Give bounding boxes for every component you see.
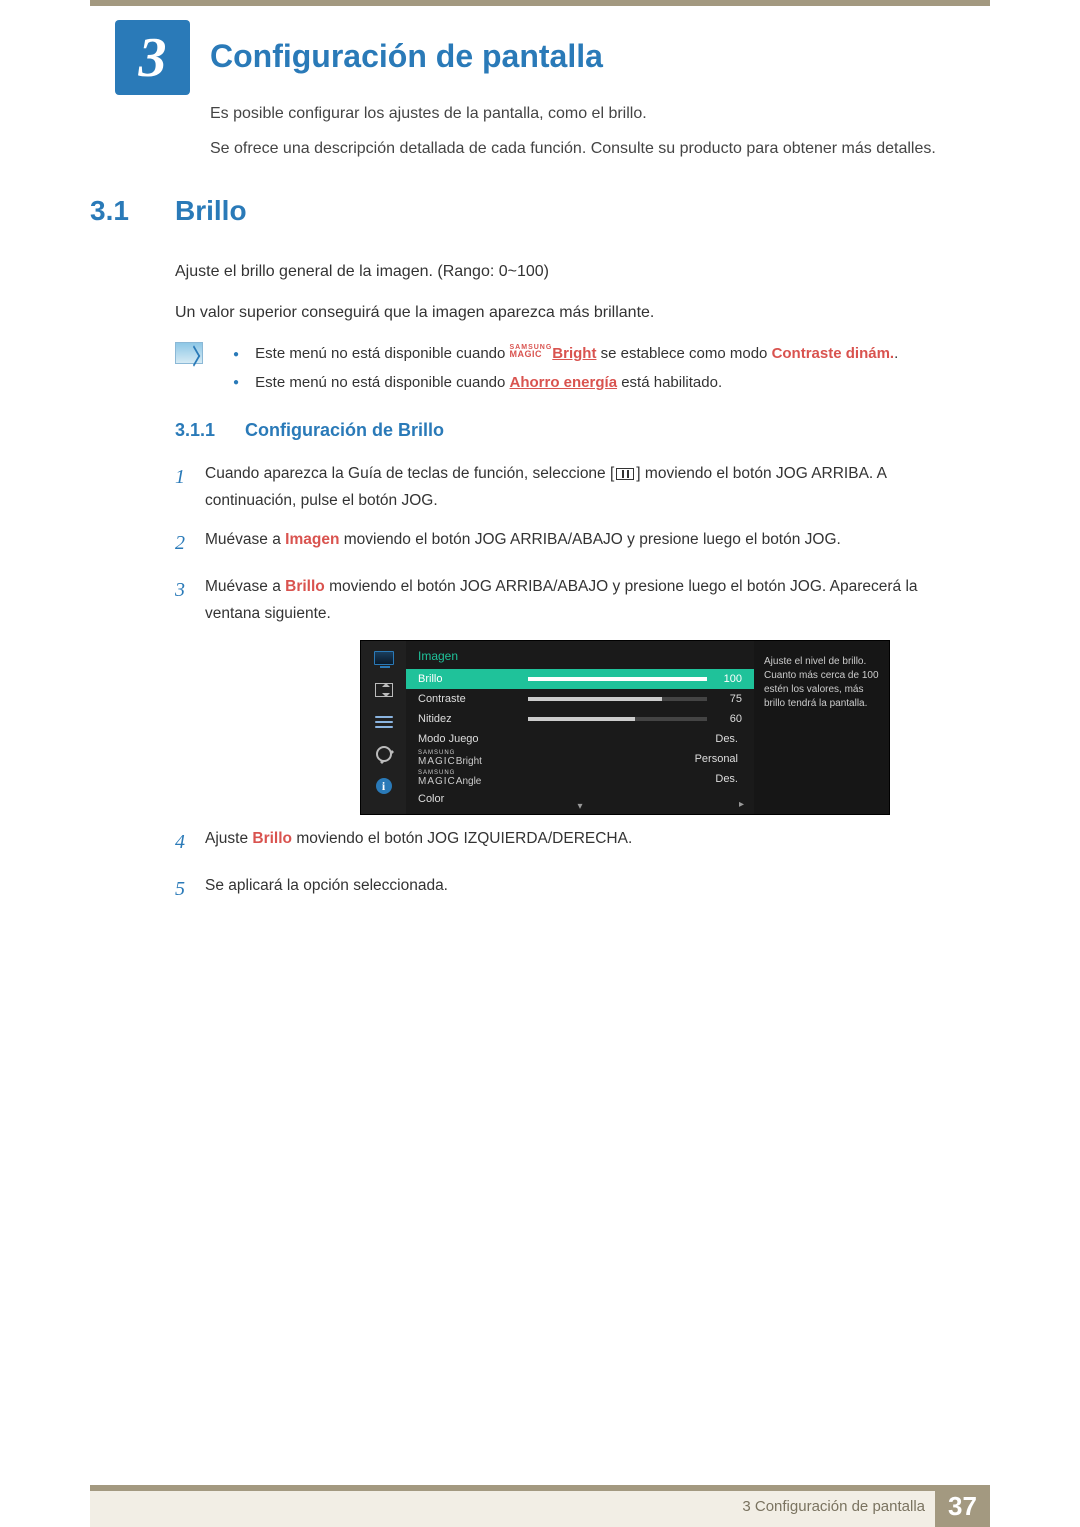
osd-value: Des. <box>528 733 742 745</box>
osd-help-text: Ajuste el nivel de brillo. Cuanto más ce… <box>754 641 889 814</box>
osd-value: Des. <box>528 773 742 785</box>
step-4: 4 Ajuste Brillo moviendo el botón JOG IZ… <box>175 825 975 860</box>
list-icon <box>373 713 395 731</box>
osd-label: Contraste <box>418 693 528 705</box>
section-number: 3.1 <box>90 195 129 227</box>
note1-text-c: se establece como modo <box>596 345 771 362</box>
osd-value: 60 <box>707 713 742 725</box>
page-number: 37 <box>935 1485 990 1527</box>
top-accent-bar <box>90 0 990 6</box>
step3-brillo: Brillo <box>285 578 325 595</box>
osd-row-magicangle: SAMSUNGMAGICAngle Des. <box>406 769 754 789</box>
osd-window: i Imagen Brillo 100 Contraste 75 Nitidez… <box>360 640 890 815</box>
step-1-text: Cuando aparezca la Guía de teclas de fun… <box>205 460 975 514</box>
section-body: Ajuste el brillo general de la imagen. (… <box>175 258 965 340</box>
step-2: 2 Muévase a Imagen moviendo el botón JOG… <box>175 526 975 561</box>
step-5: 5 Se aplicará la opción seleccionada. <box>175 872 975 907</box>
osd-label: SAMSUNGMAGICAngle <box>418 771 528 788</box>
intro-line-2: Se ofrece una descripción detallada de c… <box>210 135 970 162</box>
step-3: 3 Muévase a Brillo moviendo el botón JOG… <box>175 573 975 627</box>
note1-bright: Bright <box>552 345 596 362</box>
subsection-number: 3.1.1 <box>175 420 215 441</box>
step-number: 1 <box>175 460 205 514</box>
note-item-2: ● Este menú no está disponible cuando Ah… <box>233 369 898 398</box>
step-2-text: Muévase a Imagen moviendo el botón JOG A… <box>205 526 841 561</box>
bullet-icon: ● <box>233 345 251 364</box>
resize-icon <box>373 681 395 699</box>
steps-list: 1 Cuando aparezca la Guía de teclas de f… <box>175 460 975 640</box>
subsection-title: Configuración de Brillo <box>245 420 444 441</box>
menu-icon <box>616 468 634 480</box>
note2-text-a: Este menú no está disponible cuando <box>255 374 509 391</box>
chapter-title: Configuración de pantalla <box>210 38 603 75</box>
osd-row-contraste: Contraste 75 <box>406 689 754 709</box>
osd-value: 75 <box>707 693 742 705</box>
chapter-badge: 3 <box>115 20 190 95</box>
step-3-text: Muévase a Brillo moviendo el botón JOG A… <box>205 573 975 627</box>
osd-label: SAMSUNGMAGICBright <box>418 751 528 768</box>
osd-slider <box>528 697 707 701</box>
info-icon: i <box>373 777 395 795</box>
footer-title: 3 Configuración de pantalla <box>742 1498 925 1515</box>
step4-brillo: Brillo <box>252 830 292 847</box>
intro-line-1: Es posible configurar los ajustes de la … <box>210 100 970 127</box>
note-block: ● Este menú no está disponible cuando SA… <box>175 340 965 397</box>
note1-text-e: . <box>894 345 898 362</box>
osd-sidebar: i <box>361 641 406 814</box>
monitor-icon <box>373 649 395 667</box>
note2-link: Ahorro energía <box>510 374 618 391</box>
osd-row-modojuego: Modo Juego Des. <box>406 729 754 749</box>
step-number: 4 <box>175 825 205 860</box>
note1-text-a: Este menú no está disponible cuando <box>255 345 509 362</box>
osd-label: Modo Juego <box>418 733 528 745</box>
step-4-text: Ajuste Brillo moviendo el botón JOG IZQU… <box>205 825 632 860</box>
osd-row-magicbright: SAMSUNGMAGICBright Personal <box>406 749 754 769</box>
note1-mode: Contraste dinám. <box>772 345 895 362</box>
osd-value: 100 <box>707 673 742 685</box>
step-number: 5 <box>175 872 205 907</box>
step-5-text: Se aplicará la opción seleccionada. <box>205 872 448 907</box>
osd-header: Imagen <box>406 647 754 669</box>
osd-label: Nitidez <box>418 713 528 725</box>
note2-text-c: está habilitado. <box>617 374 722 391</box>
osd-row-nitidez: Nitidez 60 <box>406 709 754 729</box>
footer-accent-bar <box>90 1485 990 1491</box>
section-title: Brillo <box>175 195 247 227</box>
steps-list-lower: 4 Ajuste Brillo moviendo el botón JOG IZ… <box>175 825 975 919</box>
step-number: 3 <box>175 573 205 627</box>
osd-main: Imagen Brillo 100 Contraste 75 Nitidez 6… <box>406 641 754 814</box>
chapter-intro: Es posible configurar los ajustes de la … <box>210 100 970 170</box>
osd-label: Color <box>418 793 528 805</box>
step2-imagen: Imagen <box>285 531 339 548</box>
note-list: ● Este menú no está disponible cuando SA… <box>233 340 898 397</box>
bullet-icon: ● <box>233 373 251 392</box>
note-item-1: ● Este menú no está disponible cuando SA… <box>233 340 898 369</box>
osd-row-brillo: Brillo 100 <box>406 669 754 689</box>
osd-slider <box>528 717 707 721</box>
samsung-magic-brand: SAMSUNGMAGIC <box>510 345 553 358</box>
osd-value: Personal <box>528 753 742 765</box>
chapter-number: 3 <box>139 26 167 90</box>
gear-icon <box>373 745 395 763</box>
step-1: 1 Cuando aparezca la Guía de teclas de f… <box>175 460 975 514</box>
section-p2: Un valor superior conseguirá que la imag… <box>175 299 965 326</box>
step-number: 2 <box>175 526 205 561</box>
page-footer: 3 Configuración de pantalla 37 <box>90 1485 990 1527</box>
osd-slider <box>528 677 707 681</box>
chevron-down-icon: ▾ <box>577 801 582 812</box>
osd-label: Brillo <box>418 673 528 685</box>
section-p1: Ajuste el brillo general de la imagen. (… <box>175 258 965 285</box>
note-icon <box>175 342 203 364</box>
chevron-right-icon: ▸ <box>739 799 744 810</box>
